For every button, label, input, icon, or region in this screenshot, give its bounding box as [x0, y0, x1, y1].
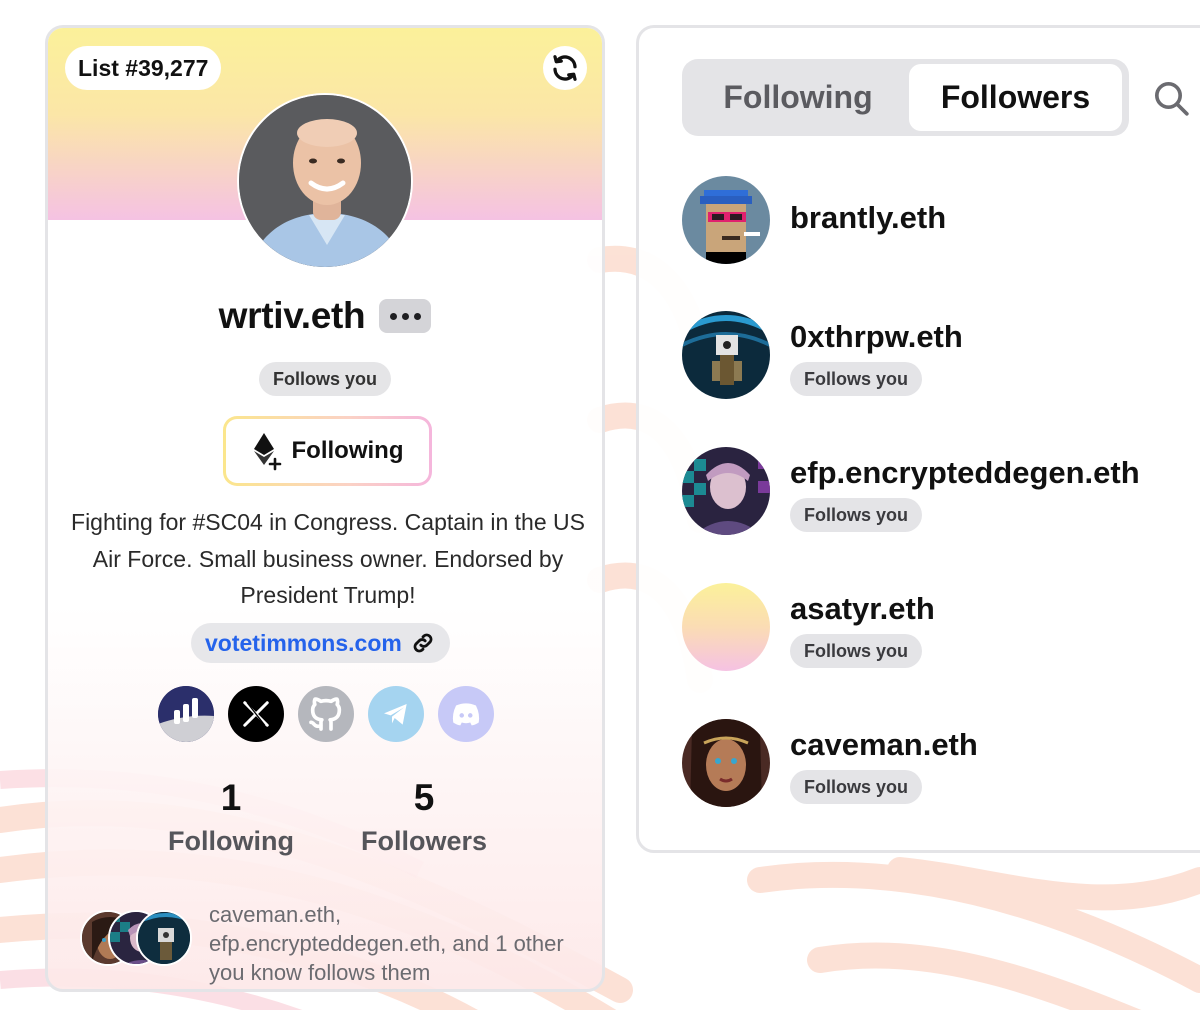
refresh-icon: [553, 55, 577, 81]
follower-avatar: [682, 176, 770, 264]
follower-row[interactable]: efp.encrypteddegen.eth Follows you: [682, 447, 1200, 537]
follows-you-badge: Follows you: [258, 362, 392, 396]
more-dot: [413, 312, 421, 320]
mutual-followers[interactable]: caveman.eth, efp.encrypteddegen.eth, and…: [80, 900, 580, 985]
following-stat[interactable]: 1 Following: [131, 776, 331, 857]
follower-name[interactable]: brantly.eth: [790, 200, 946, 236]
follower-row[interactable]: brantly.eth: [682, 176, 1200, 266]
x-link[interactable]: [228, 686, 284, 742]
telegram-link[interactable]: [368, 686, 424, 742]
refresh-button[interactable]: [543, 46, 587, 90]
follows-you-badge: Follows you: [790, 634, 923, 668]
website-link[interactable]: votetimmons.com: [191, 623, 450, 663]
followers-stat[interactable]: 5 Followers: [324, 776, 524, 857]
follower-avatar: [682, 719, 770, 807]
website-link-text: votetimmons.com: [205, 629, 402, 656]
followers-count: 5: [413, 777, 435, 818]
follower-name[interactable]: caveman.eth: [790, 727, 978, 763]
github-icon: [309, 697, 342, 731]
list-number-badge: List #39,277: [65, 46, 222, 90]
discord-link[interactable]: [438, 686, 494, 742]
telegram-icon: [384, 704, 407, 725]
github-link[interactable]: [298, 686, 354, 742]
profile-card: List #39,277 wrtiv.eth Follows you Follo…: [45, 25, 605, 992]
follower-name[interactable]: 0xthrpw.eth: [790, 319, 963, 355]
follower-avatar: [682, 447, 770, 535]
search-icon: [1155, 82, 1189, 116]
link-icon: [413, 633, 433, 653]
mutual-followers-text: caveman.eth, efp.encrypteddegen.eth, and…: [209, 902, 564, 985]
tab-bar: Following Followers: [682, 59, 1129, 136]
x-icon: [243, 701, 269, 727]
follower-avatar: [682, 583, 770, 671]
follows-you-badge: Follows you: [790, 770, 923, 804]
followers-panel: Following Followers brantly.eth 0xthrpw.…: [636, 25, 1200, 853]
follower-avatar: [682, 311, 770, 399]
profile-avatar: [237, 93, 413, 269]
mutual-avatar: [136, 910, 192, 966]
followers-label: Followers: [360, 826, 488, 856]
profile-name: wrtiv.eth: [218, 295, 366, 336]
dune-link[interactable]: [158, 686, 214, 742]
ethereum-plus-icon: [253, 433, 281, 471]
more-dot: [389, 312, 397, 320]
more-options-button[interactable]: [379, 299, 432, 333]
following-button-label: Following: [291, 437, 404, 464]
follower-name[interactable]: efp.encrypteddegen.eth: [790, 455, 1140, 491]
follower-row[interactable]: 0xthrpw.eth Follows you: [682, 311, 1200, 401]
profile-bio: Fighting for #SC04 in Congress. Captain …: [71, 509, 585, 608]
tab-followers[interactable]: Followers: [909, 64, 1122, 131]
follows-you-badge: Follows you: [790, 498, 923, 532]
discord-icon: [452, 703, 480, 726]
tab-following[interactable]: Following: [687, 64, 909, 131]
dune-icon: [158, 686, 214, 742]
follower-name[interactable]: asatyr.eth: [790, 591, 935, 627]
follower-row[interactable]: caveman.eth Follows you: [682, 719, 1200, 809]
following-count: 1: [220, 777, 242, 818]
follows-you-badge: Follows you: [790, 362, 923, 396]
search-button[interactable]: [1149, 76, 1193, 120]
follower-row[interactable]: asatyr.eth Follows you: [682, 583, 1200, 673]
following-button[interactable]: Following: [223, 416, 432, 486]
following-label: Following: [168, 826, 294, 856]
social-links: [158, 686, 498, 742]
profile-stats: 1 Following 5 Followers: [48, 776, 602, 866]
more-dot: [401, 312, 409, 320]
